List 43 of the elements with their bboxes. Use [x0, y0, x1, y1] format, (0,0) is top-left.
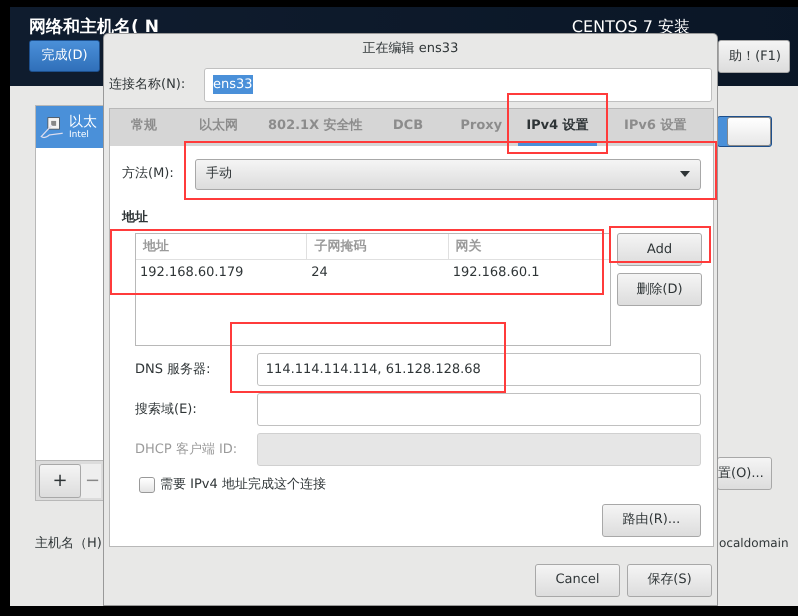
delete-address-button[interactable]: 删除(D) [617, 273, 702, 306]
device-item[interactable]: 以太 Intel [36, 106, 104, 148]
hostname-label: 主机名（H) [35, 535, 103, 553]
column-header[interactable]: 地址 [136, 234, 308, 259]
add-device-button[interactable]: + [39, 464, 81, 498]
column-header[interactable]: 子网掩码 [307, 234, 449, 259]
field-label: 搜索域(E): [135, 400, 198, 419]
settings-tab[interactable]: 802.1X 安全性 [260, 108, 372, 146]
connection-name-label: 连接名称(N): [109, 76, 186, 94]
settings-tab[interactable]: Proxy [444, 108, 518, 146]
device-name: 以太 [69, 114, 97, 128]
field-label: DHCP 客户端 ID: [135, 440, 238, 459]
settings-tab[interactable]: 以太网 [178, 108, 260, 146]
cancel-button[interactable]: Cancel [535, 564, 620, 596]
settings-tab[interactable]: 常规 [110, 108, 178, 146]
save-button[interactable]: 保存(S) [627, 564, 712, 596]
method-label: 方法(M): [122, 165, 175, 184]
remove-device-button[interactable]: − [81, 464, 101, 498]
dialog-title: 正在编辑 ens33 [362, 40, 458, 58]
checkbox-label: 需要 IPv4 地址完成这个连接 [160, 476, 326, 494]
network-cable-icon [38, 114, 66, 140]
help-button[interactable]: 助！(F1) [718, 40, 790, 73]
device-detail: Intel [69, 130, 90, 140]
addresses-heading: 地址 [122, 208, 149, 226]
field-label: DNS 服务器: [135, 360, 212, 379]
hostname-value: ocaldomain [718, 535, 790, 552]
routes-button[interactable]: 路由(R)... [602, 504, 701, 536]
connection-name-field[interactable]: ens33 [204, 68, 712, 102]
done-button[interactable]: 完成(D) [29, 40, 100, 72]
method-dropdown[interactable]: 手动 [195, 158, 701, 190]
text-field[interactable] [256, 393, 701, 426]
add-address-button[interactable]: Add [617, 233, 702, 266]
table-cell-text: 192.168.60.1 [452, 264, 541, 282]
settings-tab[interactable]: IPv6 设置 [597, 108, 713, 146]
dropdown-arrow-icon [680, 171, 690, 177]
table-cell-text: 192.168.60.179 [139, 264, 244, 282]
table-cell-text: 24 [310, 264, 329, 282]
checkbox[interactable] [139, 476, 155, 493]
configure-button[interactable]: 置(O)... [717, 457, 772, 490]
column-header[interactable]: 网关 [448, 234, 610, 259]
settings-tab[interactable]: DCB [371, 108, 445, 146]
text-field[interactable]: 114.114.114.114, 61.128.128.68 [256, 353, 701, 386]
device-switch[interactable] [717, 116, 772, 147]
